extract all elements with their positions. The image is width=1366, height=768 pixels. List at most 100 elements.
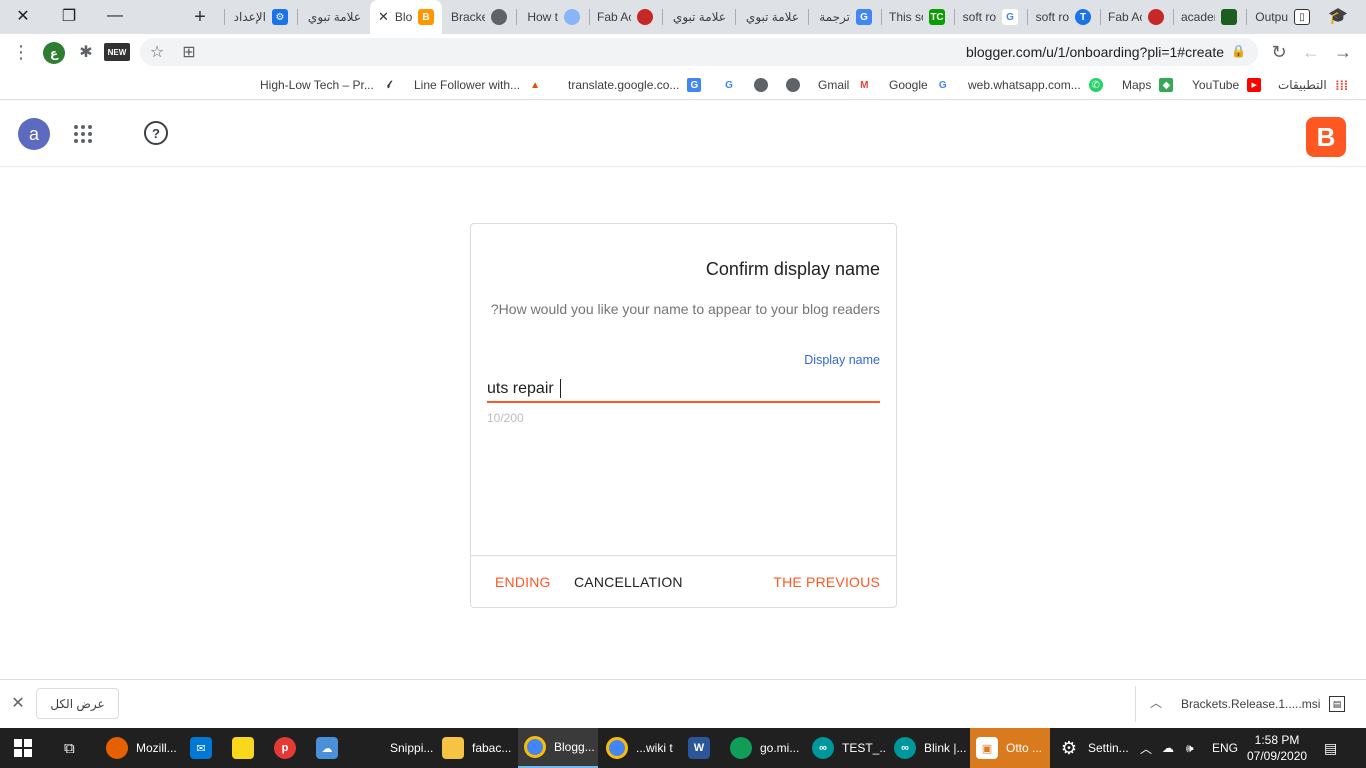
google-icon: G [725,79,733,91]
tab[interactable]: علامة تبوي [297,0,369,34]
tab-close-icon[interactable]: ✕ [378,9,389,25]
tab[interactable]: ترجمة G [808,0,880,34]
app-p-icon: p [274,737,296,759]
bookmark-label: web.whatsapp.com... [968,78,1081,92]
globe-icon [786,78,800,92]
address-bar[interactable]: ☆ ⊞ blogger.com/u/1/onboarding?pli=1#cre… [140,38,1258,66]
new-tab-button[interactable]: + [186,4,214,30]
taskbar-item[interactable]: fabac... [436,728,516,768]
display-name-input[interactable] [487,377,880,401]
tab-title: الإعداد [233,10,266,24]
globe-icon [491,9,507,25]
graduation-cap-icon[interactable]: 🎓 [1318,0,1358,32]
task-view-icon[interactable]: ⧉ [58,728,88,768]
tab[interactable]: Fab Ac [589,0,661,34]
bookmark-item[interactable]: Google G [889,76,950,94]
menu-icon[interactable]: ⋮ [8,39,34,65]
taskbar-item[interactable]: ...wiki t [600,728,680,768]
star-bookmark-icon[interactable]: ☆ [144,39,170,65]
taskbar-item[interactable]: ∞ Blink |... [888,728,968,768]
url-text[interactable]: blogger.com/u/1/onboarding?pli=1#create [966,44,1224,60]
extensions-puzzle-icon[interactable]: ✱ [73,39,99,65]
folder-icon [442,737,464,759]
translate-page-icon[interactable]: ⊞ [176,39,202,65]
bookmark-item[interactable]: Line Follower with... ▲ [414,76,542,94]
chevron-up-icon[interactable]: ︿ [1150,694,1162,711]
bookmark-item[interactable]: High-Low Tech – Pr... 𝓁 [260,76,396,94]
chevron-up-icon[interactable]: ︿ [1140,728,1152,768]
reload-icon[interactable]: ↻ [1266,39,1292,65]
bookmark-item[interactable]: Gmail M [818,76,871,94]
back-arrow-icon[interactable]: → [1330,39,1356,65]
bookmark-item[interactable]: YouTube ▶ [1192,76,1262,94]
book-icon: ▯ [1294,9,1310,25]
tab[interactable]: soft ro T [1027,0,1099,34]
tab-title: acaden [1181,10,1215,24]
network-icon[interactable]: ☁ [1162,728,1174,768]
download-file-name[interactable]: Brackets.Release.1.....msi [1181,697,1320,711]
clock-time: 1:58 PM [1254,733,1300,747]
download-bar: ✕ عرض الكل ︿ Brackets.Release.1.....msi … [0,679,1366,728]
volume-icon[interactable]: 🕪 [1186,728,1194,768]
lock-icon[interactable]: 🔒 [1231,44,1246,58]
taskbar-item[interactable]: ∞ TEST_... [806,728,886,768]
tab[interactable]: علامة تبوي [735,0,807,34]
techcrunch-icon: TC [929,9,945,25]
puzzle-icon [564,9,580,25]
tab[interactable]: soft ro G [954,0,1026,34]
taskbar-label: go.mi... [760,741,800,755]
tab[interactable]: الإعداد ⚙ [224,0,296,34]
blogger-logo-icon[interactable]: B [1306,117,1346,157]
highlow-icon: 𝓁 [387,79,391,91]
bookmark-item[interactable] [754,76,768,94]
taskbar-item[interactable]: ✉ [184,728,224,768]
tab[interactable]: Bracke [443,0,515,34]
tab[interactable]: Outpu ▯ [1246,0,1318,34]
show-all-downloads-button[interactable]: عرض الكل [36,688,119,719]
apps-grid-icon[interactable] [70,122,94,146]
bookmarks-bar: High-Low Tech – Pr... 𝓁 Line Follower wi… [0,70,1366,100]
close-window-icon[interactable]: ✕ [0,0,46,32]
taskbar-item[interactable]: ⚙ Settin... [1052,728,1132,768]
ending-button[interactable]: ENDING [495,574,551,590]
arduino-icon: ∞ [894,737,916,759]
taskbar-item[interactable]: Mozill... [100,728,182,768]
bookmark-item[interactable]: G [722,76,736,94]
taskbar-item[interactable]: ▣ Otto ... [970,728,1050,768]
taskbar-item[interactable]: go.mi... [724,728,804,768]
tab-title: علامة تبوي [307,10,361,24]
language-indicator[interactable]: ENG [1212,728,1238,768]
tab[interactable]: acaden [1173,0,1245,34]
bookmark-item[interactable]: Maps ◆ [1122,76,1174,94]
forward-arrow-icon[interactable]: ← [1298,39,1324,65]
tab[interactable]: This so TC [881,0,953,34]
taskbar-item[interactable]: Snippi... [354,728,434,768]
tab[interactable]: How t [516,0,588,34]
avatar[interactable]: a [18,118,50,150]
taskbar-item[interactable]: W [682,728,722,768]
help-icon[interactable]: ? [144,121,168,145]
windows-start-icon[interactable] [14,739,32,757]
extension-badge-icon[interactable]: ع [43,42,65,64]
tab-blogger-active[interactable]: ✕ Blo B [370,0,442,34]
taskbar-label: Snippi... [390,741,434,755]
tab[interactable]: Fab Ac [1100,0,1172,34]
minimize-window-icon[interactable]: — [92,0,138,32]
cloud-icon: ☁ [316,737,338,759]
taskbar-item[interactable]: ☁ [310,728,350,768]
cancel-button[interactable]: CANCELLATION [574,574,683,590]
bookmark-item[interactable]: translate.google.co... G [568,76,702,94]
bookmark-item-apps[interactable]: التطبيقات ⁞⁞⁞ [1278,76,1349,94]
new-badge-icon[interactable]: NEW [104,43,130,61]
bookmark-item[interactable]: web.whatsapp.com... ✆ [968,76,1103,94]
restore-window-icon[interactable]: ❐ [46,0,92,32]
previous-button[interactable]: THE PREVIOUS [773,574,880,590]
taskbar-item[interactable]: p [268,728,308,768]
bookmark-item[interactable] [786,76,800,94]
tab[interactable]: علامة تبوي [662,0,734,34]
taskbar-item-blogger-active[interactable]: Blogg... [518,728,598,768]
taskbar-item[interactable] [226,728,266,768]
notifications-icon[interactable]: ▤ [1324,728,1337,768]
system-clock[interactable]: 1:58 PM 07/09/2020 [1247,732,1307,764]
close-icon[interactable]: ✕ [8,693,28,713]
